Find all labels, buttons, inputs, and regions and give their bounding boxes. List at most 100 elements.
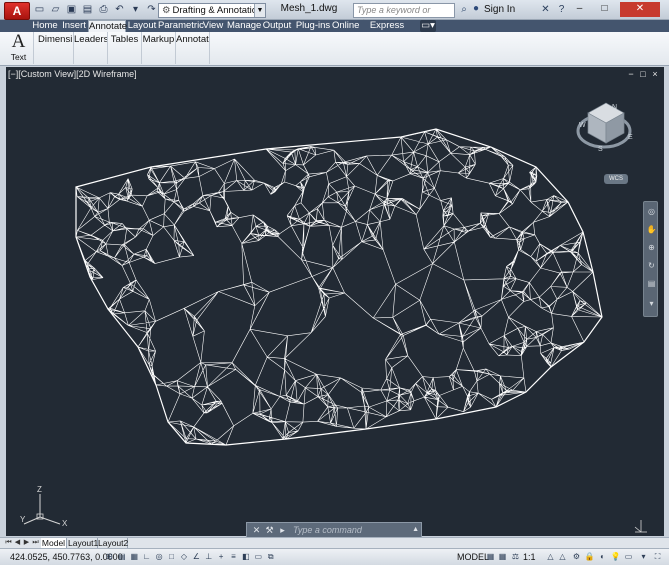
snap-icon[interactable]: ▤ (116, 551, 127, 563)
lineweight-icon[interactable]: ≡ (228, 551, 239, 563)
dynamic-input-icon[interactable]: + (216, 551, 227, 563)
redo-icon[interactable]: ↷ (144, 3, 159, 17)
show-motion-icon[interactable]: ▤ (646, 278, 657, 289)
viewcube-icon[interactable]: W S E N (574, 97, 638, 157)
transparency-icon[interactable]: ◧ (240, 551, 251, 563)
quick-properties-icon[interactable]: ▭ (253, 551, 264, 563)
recent-commands-icon[interactable]: ▸ (277, 524, 288, 536)
leaders-panel[interactable]: Leaders (74, 32, 108, 64)
ortho-icon[interactable]: ∟ (141, 551, 152, 563)
application-menu-button[interactable]: A (4, 2, 30, 20)
drawing-viewport[interactable]: [−][Custom View][2D Wireframe] − □ × W S… (6, 67, 664, 536)
help-icon[interactable]: ? (555, 3, 568, 17)
maximize-icon[interactable]: □ (596, 2, 613, 17)
pan-icon[interactable]: ✋ (646, 224, 657, 235)
object-snap-icon[interactable]: □ (166, 551, 177, 563)
polar-icon[interactable]: ◎ (154, 551, 165, 563)
wrench-icon[interactable]: ⚒ (264, 524, 275, 536)
tab-view[interactable]: View (202, 20, 224, 32)
ribbon-tabs: Home Insert Annotate Layout Parametric V… (0, 20, 669, 43)
fullscreen-icon[interactable]: ⛶ (652, 551, 663, 563)
close-command-line-icon[interactable]: ✕ (251, 524, 262, 536)
chevron-up-icon[interactable]: ▲ (412, 524, 419, 536)
annotation-scale-value[interactable]: 1:1 (523, 551, 536, 563)
chevron-down-icon[interactable]: ▼ (254, 4, 265, 17)
print-icon[interactable]: ⎙ (96, 3, 111, 17)
selection-cycling-icon[interactable]: ⧉ (265, 551, 276, 563)
close-icon[interactable]: ✕ (620, 2, 660, 17)
first-layout-icon[interactable]: ⏮ (4, 538, 13, 548)
tab-model[interactable]: Model (41, 538, 67, 548)
viewport-minimize-icon[interactable]: − (626, 69, 636, 79)
ribbon-minimize-toggle-icon[interactable]: ▭▾ (420, 20, 436, 32)
save-as-icon[interactable]: ▤ (80, 3, 95, 17)
isolate-objects-icon[interactable]: 💡 (610, 551, 621, 563)
text-panel[interactable]: A Text (4, 32, 34, 64)
tab-insert[interactable]: Insert (60, 20, 88, 32)
open-icon[interactable]: ▱ (48, 3, 63, 17)
object-snap-tracking-icon[interactable]: ∠ (191, 551, 202, 563)
tab-online[interactable]: Online (332, 20, 359, 32)
last-layout-icon[interactable]: ⏭ (31, 538, 40, 548)
tab-output[interactable]: Output (262, 20, 292, 32)
next-layout-icon[interactable]: ▶ (22, 538, 31, 548)
hardware-acceleration-icon[interactable]: ◐ (597, 551, 608, 563)
workspace-label: Drafting & Annotation (172, 5, 263, 16)
navbar-menu-icon[interactable]: ▾ (646, 298, 657, 309)
viewcube-north-label: N (612, 104, 617, 111)
dimensions-label: Dimensi... (38, 34, 73, 45)
status-bar-menu-icon[interactable]: ▾ (638, 551, 649, 563)
steering-wheel-icon[interactable]: ◎ (646, 206, 657, 217)
tab-layout2[interactable]: Layout2 (98, 538, 128, 548)
document-title: Mesh_1.dwg (280, 3, 338, 14)
zoom-extents-icon[interactable]: ⊕ (646, 242, 657, 253)
ucs-z-label: Z (37, 485, 42, 494)
wcs-menu[interactable]: WCS (604, 174, 628, 184)
annotation-visibility-icon[interactable]: △ (545, 551, 556, 563)
undo-dropdown-icon[interactable]: ▾ (128, 3, 143, 17)
save-icon[interactable]: ▣ (64, 3, 79, 17)
new-icon[interactable]: ▭ (32, 3, 47, 17)
markup-panel[interactable]: Markup (142, 32, 176, 64)
dimensions-panel[interactable]: Dimensi... (38, 32, 74, 64)
tab-plug-ins[interactable]: Plug-ins (295, 20, 331, 32)
viewport-restore-icon[interactable]: □ (638, 69, 648, 79)
tab-express-tools[interactable]: Express Tools (362, 20, 412, 43)
orbit-icon[interactable]: ↻ (646, 260, 657, 271)
search-input[interactable]: Type a keyword or phrase (353, 3, 455, 28)
quick-view-drawings-icon[interactable]: ▦ (497, 551, 508, 563)
workspace-switching-icon[interactable]: ⚙ (571, 551, 582, 563)
user-icon[interactable]: ● (473, 3, 484, 17)
viewport-close-icon[interactable]: × (650, 69, 660, 79)
viewport-controls-label[interactable]: [−][Custom View][2D Wireframe] (8, 69, 137, 79)
undo-icon[interactable]: ↶ (112, 3, 127, 17)
quick-view-layouts-icon[interactable]: ▦ (485, 551, 496, 563)
grid-icon[interactable]: ▦ (129, 551, 140, 563)
tab-manage[interactable]: Manage (227, 20, 261, 32)
sign-in-button[interactable]: Sign In (484, 3, 534, 17)
command-input[interactable]: Type a command (293, 524, 408, 536)
mesh-edge-lines (75, 128, 603, 446)
command-line: ✕ ⚒ ▸ Type a command ▲ (246, 522, 422, 538)
search-icon[interactable]: ⌕ (457, 3, 471, 18)
infer-constraints-icon[interactable]: ⊞ (104, 551, 115, 563)
clean-screen-icon[interactable]: ▭ (623, 551, 634, 563)
ucs-icon: Z X Y (20, 485, 68, 528)
tab-layout[interactable]: Layout (127, 20, 157, 32)
ucs-y-label: Y (20, 515, 26, 524)
annotation-scaling-panel[interactable]: Annotati... (176, 32, 210, 64)
tab-home[interactable]: Home (31, 20, 59, 32)
tab-parametric[interactable]: Parametric (158, 20, 204, 32)
minimize-icon[interactable]: – (571, 2, 588, 17)
annotation-scaling-label: Annotati... (176, 34, 209, 45)
exchange-icon[interactable]: ✕ (539, 3, 552, 17)
annotation-scale-icon[interactable]: ⚖ (510, 551, 521, 563)
ducs-icon[interactable]: ⊥ (203, 551, 214, 563)
tables-panel[interactable]: Tables (108, 32, 142, 64)
workspace-selector[interactable]: ⚙ Drafting & Annotation ▼ (158, 3, 266, 18)
auto-scale-icon[interactable]: △ (557, 551, 568, 563)
lock-icon[interactable]: 🔒 (584, 551, 595, 563)
tab-layout1[interactable]: Layout1 (68, 538, 98, 548)
previous-layout-icon[interactable]: ◀ (13, 538, 22, 548)
3d-osnap-icon[interactable]: ◇ (178, 551, 189, 563)
